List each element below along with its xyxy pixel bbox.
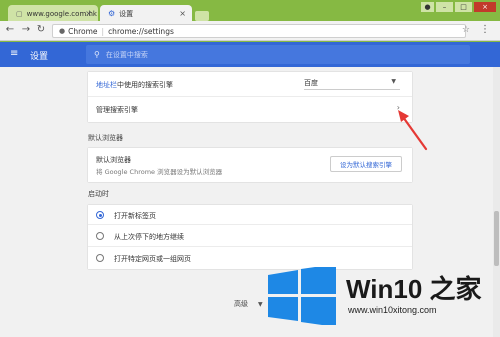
search-engine-card: 地址栏中使用的搜索引擎 百度 ▼ 管理搜索引擎 ›	[88, 72, 412, 122]
radio-button[interactable]	[96, 211, 104, 219]
startup-option-continue[interactable]: 从上次停下的地方继续	[88, 225, 412, 247]
dropdown-arrow-icon: ▼	[391, 78, 396, 85]
browser-toolbar: ← → ↻ ● Chrome | chrome://settings ☆ ⋮	[0, 21, 500, 41]
search-engine-label: 地址栏中使用的搜索引擎	[96, 80, 173, 90]
page-icon: ▢	[16, 9, 23, 18]
windows-logo-icon	[268, 267, 336, 325]
advanced-toggle[interactable]: 高级 ▼	[234, 299, 263, 309]
forward-icon[interactable]: →	[20, 24, 32, 35]
page-title: 设置	[30, 52, 49, 62]
close-button[interactable]: ×	[474, 2, 496, 12]
radio-button[interactable]	[96, 232, 104, 240]
manage-search-engines-label: 管理搜索引擎	[96, 106, 138, 114]
radio-button[interactable]	[96, 254, 104, 262]
default-browser-section-title: 默认浏览器	[88, 134, 123, 142]
default-browser-card: 默认浏览器 将 Google Chrome 浏览器设为默认浏览器 设为默认搜索引…	[88, 148, 412, 182]
window-titlebar: ▢ www.google.com.hk × ⚙ 设置 × ● – □ ×	[0, 0, 500, 22]
separator: |	[101, 26, 105, 36]
search-engine-select[interactable]: 百度 ▼	[304, 78, 400, 90]
minimize-button[interactable]: –	[436, 2, 453, 12]
hamburger-menu-icon[interactable]: ≡	[10, 49, 18, 59]
default-browser-title: 默认浏览器	[96, 156, 131, 164]
user-icon[interactable]: ●	[421, 2, 434, 12]
address-bar[interactable]: ● Chrome | chrome://settings	[52, 24, 466, 38]
search-engine-label-text: 中使用的搜索引擎	[117, 81, 173, 89]
tab-title: 设置	[119, 9, 134, 18]
url-text: chrome://settings	[108, 26, 174, 36]
reload-icon[interactable]: ↻	[35, 24, 47, 35]
menu-kebab-icon[interactable]: ⋮	[480, 24, 490, 35]
watermark-url: www.win10xitong.com	[348, 305, 437, 315]
watermark-brand: Win10 之家	[346, 274, 482, 304]
watermark: Win10 之家 www.win10xitong.com	[266, 255, 496, 335]
tab-settings[interactable]: ⚙ 设置 ×	[100, 5, 192, 22]
startup-option-label: 打开特定网页或一组网页	[114, 255, 191, 263]
startup-option-new-tab[interactable]: 打开新标签页	[88, 205, 412, 225]
search-engine-row: 地址栏中使用的搜索引擎 百度 ▼	[88, 72, 412, 97]
maximize-button[interactable]: □	[455, 2, 472, 12]
close-tab-icon[interactable]: ×	[85, 9, 92, 18]
gear-icon: ⚙	[108, 9, 116, 18]
address-bar-link[interactable]: 地址栏	[96, 81, 117, 89]
make-default-button[interactable]: 设为默认搜索引擎	[330, 156, 402, 172]
annotation-arrow-icon	[398, 110, 428, 151]
manage-search-engines-row[interactable]: 管理搜索引擎 ›	[88, 97, 412, 122]
scheme-label: Chrome	[68, 26, 98, 36]
selected-engine: 百度	[304, 79, 318, 87]
new-tab-button[interactable]	[195, 11, 209, 21]
chrome-info-icon: ●	[59, 27, 66, 35]
close-tab-icon[interactable]: ×	[179, 9, 186, 18]
startup-option-label: 从上次停下的地方继续	[114, 233, 184, 241]
window-controls: ● – □ ×	[419, 2, 496, 12]
on-startup-section-title: 启动时	[88, 190, 109, 198]
chevron-down-icon: ▼	[258, 301, 263, 308]
startup-option-label: 打开新标签页	[114, 212, 156, 220]
default-browser-subtitle: 将 Google Chrome 浏览器设为默认浏览器	[96, 168, 223, 176]
default-browser-row: 默认浏览器 将 Google Chrome 浏览器设为默认浏览器 设为默认搜索引…	[88, 148, 412, 182]
back-icon[interactable]: ←	[4, 24, 16, 35]
bookmark-star-icon[interactable]: ☆	[462, 25, 470, 35]
search-icon: ⚲	[94, 50, 100, 59]
search-placeholder: 在设置中搜索	[105, 50, 148, 59]
search-input[interactable]: ⚲ 在设置中搜索	[86, 45, 470, 64]
tab-google[interactable]: ▢ www.google.com.hk ×	[8, 5, 98, 22]
advanced-label: 高级	[234, 300, 248, 308]
settings-header: ≡ 设置 ⚲ 在设置中搜索	[0, 42, 500, 67]
